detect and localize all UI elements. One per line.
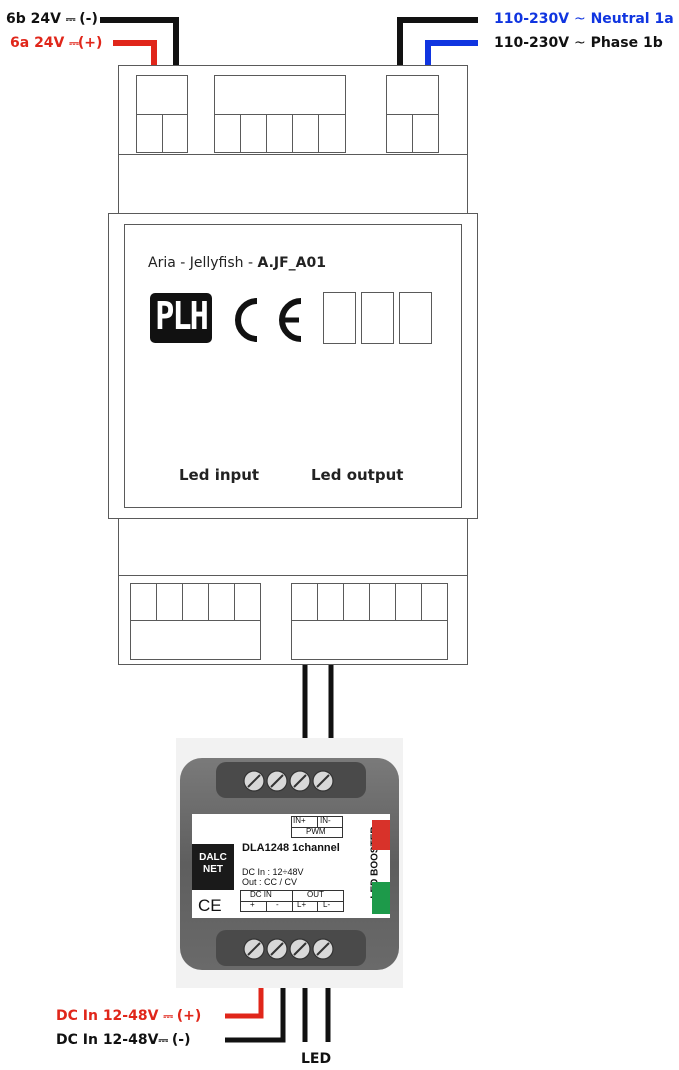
label-led: LED: [301, 1051, 332, 1067]
top-middle-terminal-slot: [214, 114, 241, 153]
bottom-screw-terminals: [243, 938, 334, 960]
top-middle-terminal-slot: [266, 114, 293, 153]
label-24v-negative: 6b 24V ⎓ (-): [6, 11, 98, 27]
top-middle-terminal: [214, 75, 346, 115]
bottom-left-terminal-slot: [182, 583, 209, 621]
top-right-terminal-slot: [386, 114, 413, 153]
l-plus-label: L+: [297, 900, 307, 909]
booster-ce-mark: CE: [198, 896, 222, 915]
bottom-left-terminal-slot: [234, 583, 261, 621]
l-minus-label: L-: [323, 900, 331, 909]
dc-minus-label: -: [276, 900, 279, 909]
blank-marking-box: [323, 292, 356, 344]
in-plus-label: IN+: [293, 816, 306, 825]
bottom-right-terminal-slot: [291, 583, 318, 621]
pwm-label: PWM: [306, 827, 326, 836]
label-neutral: 110-230V ~ Neutral 1a: [494, 11, 674, 27]
booster-model: DLA1248 1channel: [242, 842, 340, 854]
module-name: Aria - Jellyfish - A.JF_A01: [148, 255, 327, 271]
bottom-right-terminal: [291, 620, 448, 660]
dc-plus-label: +: [250, 900, 255, 909]
led-booster-device: DALC NET CE IN+ IN- PWM DLA1248 1channel…: [176, 738, 403, 988]
label-phase: 110-230V ~ Phase 1b: [494, 35, 663, 51]
top-middle-terminal-slot: [318, 114, 346, 153]
lower-shoulder: [118, 518, 468, 576]
top-left-terminal-slot: [136, 114, 163, 153]
ce-mark: [235, 298, 302, 342]
blank-marking-box: [361, 292, 394, 344]
plh-logo: PLH: [150, 293, 212, 343]
blank-marking-box: [399, 292, 432, 344]
dalcnet-logo: DALC NET: [192, 844, 234, 890]
dc-in-label: DC IN: [250, 890, 272, 899]
top-right-terminal: [386, 75, 439, 115]
booster-spec-dc-in: DC In : 12÷48V: [242, 867, 304, 877]
booster-spec-out: Out : CC / CV: [242, 877, 298, 887]
top-left-terminal: [136, 75, 188, 115]
led-output-label: Led output: [311, 466, 404, 484]
bottom-left-terminal-slot: [130, 583, 157, 621]
top-left-terminal-slot: [162, 114, 188, 153]
upper-shoulder: [118, 154, 468, 214]
top-screw-terminals: [243, 770, 334, 792]
bottom-right-terminal-slot: [395, 583, 422, 621]
green-indicator: [372, 882, 390, 914]
out-label: OUT: [307, 890, 324, 899]
bottom-right-terminal-slot: [421, 583, 448, 621]
bottom-right-terminal-slot: [317, 583, 344, 621]
red-indicator: [372, 820, 390, 850]
top-right-terminal-slot: [412, 114, 439, 153]
label-dc-negative: DC In 12-48V⎓ (-): [56, 1032, 191, 1048]
bottom-right-terminal-slot: [343, 583, 370, 621]
label-dc-positive: DC In 12-48V ⎓ (+): [56, 1008, 202, 1024]
led-input-label: Led input: [179, 466, 260, 484]
top-middle-terminal-slot: [240, 114, 267, 153]
top-middle-terminal-slot: [292, 114, 319, 153]
bottom-left-terminal: [130, 620, 261, 660]
bottom-left-terminal-slot: [156, 583, 183, 621]
in-minus-label: IN-: [320, 816, 331, 825]
bottom-right-terminal-slot: [369, 583, 396, 621]
label-24v-positive: 6a 24V ⎓(+): [10, 35, 103, 51]
bottom-left-terminal-slot: [208, 583, 235, 621]
